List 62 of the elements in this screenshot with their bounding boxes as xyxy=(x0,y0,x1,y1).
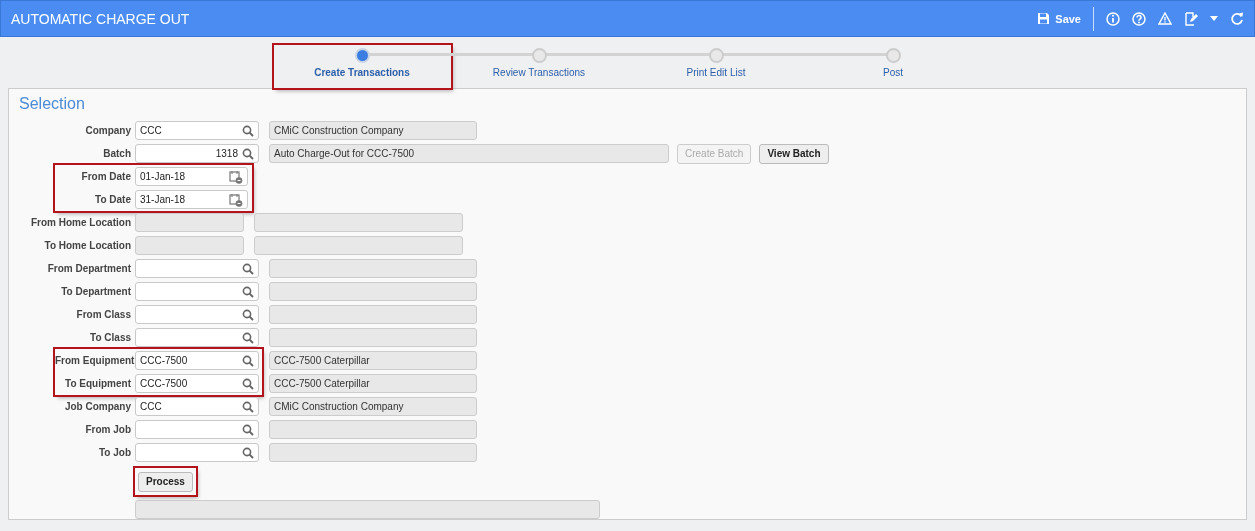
lookup-field[interactable]: CCC xyxy=(135,397,259,416)
field-label: To Date xyxy=(94,194,131,205)
lookup-field[interactable]: CCC-7500 xyxy=(135,374,259,393)
field-label: To Class xyxy=(89,332,131,343)
batch-button[interactable]: View Batch xyxy=(759,143,829,164)
field-label: Company xyxy=(84,125,131,136)
date-field[interactable]: 31-Jan-18 xyxy=(135,190,248,209)
edit-icon[interactable] xyxy=(1184,11,1198,26)
search-icon[interactable] xyxy=(242,331,254,344)
search-icon[interactable] xyxy=(242,285,254,298)
lookup-field[interactable] xyxy=(135,420,259,439)
process-button[interactable]: Process xyxy=(138,471,193,492)
search-icon[interactable] xyxy=(242,262,254,275)
search-icon[interactable] xyxy=(242,400,254,413)
lookup-field[interactable] xyxy=(135,443,259,462)
field-label: From Job xyxy=(84,424,131,435)
lookup-field[interactable] xyxy=(135,259,259,278)
field-label: To Home Location xyxy=(43,240,131,251)
lookup-field[interactable] xyxy=(135,282,259,301)
date-field[interactable]: 01-Jan-18 xyxy=(135,167,248,186)
input-field[interactable] xyxy=(135,236,244,255)
field-label: To Equipment xyxy=(64,378,131,389)
search-icon[interactable] xyxy=(242,354,254,367)
description-field: CCC-7500 Caterpillar xyxy=(269,374,477,393)
caret-icon[interactable] xyxy=(1210,16,1218,21)
section-title: Selection xyxy=(19,95,86,113)
lookup-field[interactable]: 1318 xyxy=(135,144,259,163)
lookup-field[interactable] xyxy=(135,328,259,347)
step-tab[interactable]: Create Transactions xyxy=(314,67,410,78)
help-icon[interactable] xyxy=(1132,11,1146,26)
window-title: AUTOMATIC CHARGE OUT xyxy=(11,10,191,27)
refresh-icon[interactable] xyxy=(1230,11,1244,26)
search-icon[interactable] xyxy=(242,124,254,137)
search-icon[interactable] xyxy=(242,147,254,160)
step-tab[interactable]: Print Edit List xyxy=(686,67,746,78)
lookup-field[interactable]: CCC-7500 xyxy=(135,351,259,370)
lookup-field[interactable]: CCC xyxy=(135,121,259,140)
field-label: To Department xyxy=(60,286,131,297)
description-field: CCC-7500 Caterpillar xyxy=(269,351,477,370)
info-icon[interactable] xyxy=(1106,11,1120,26)
description-field: CMiC Construction Company xyxy=(269,121,477,140)
search-icon[interactable] xyxy=(242,423,254,436)
description-field: CMiC Construction Company xyxy=(269,397,477,416)
field-label: From Home Location xyxy=(30,217,131,228)
calendar-icon[interactable] xyxy=(229,192,243,207)
search-icon[interactable] xyxy=(242,377,254,390)
search-icon[interactable] xyxy=(242,446,254,459)
field-label: From Date xyxy=(80,171,131,182)
save-icon xyxy=(1037,12,1051,25)
field-label: Batch xyxy=(102,148,131,159)
warning-icon[interactable] xyxy=(1158,12,1172,25)
calendar-icon[interactable] xyxy=(229,169,243,184)
field-label: Job Company xyxy=(63,401,131,412)
field-label: From Department xyxy=(46,263,131,274)
lookup-field[interactable] xyxy=(135,305,259,324)
search-icon[interactable] xyxy=(242,308,254,321)
field-label: From Class xyxy=(75,309,131,320)
step-tab[interactable]: Review Transactions xyxy=(492,67,586,78)
input-field[interactable] xyxy=(135,213,244,232)
field-label: To Job xyxy=(97,447,131,458)
description-field: Auto Charge-Out for CCC-7500 xyxy=(269,144,669,163)
step-tab[interactable]: Post xyxy=(883,67,903,78)
